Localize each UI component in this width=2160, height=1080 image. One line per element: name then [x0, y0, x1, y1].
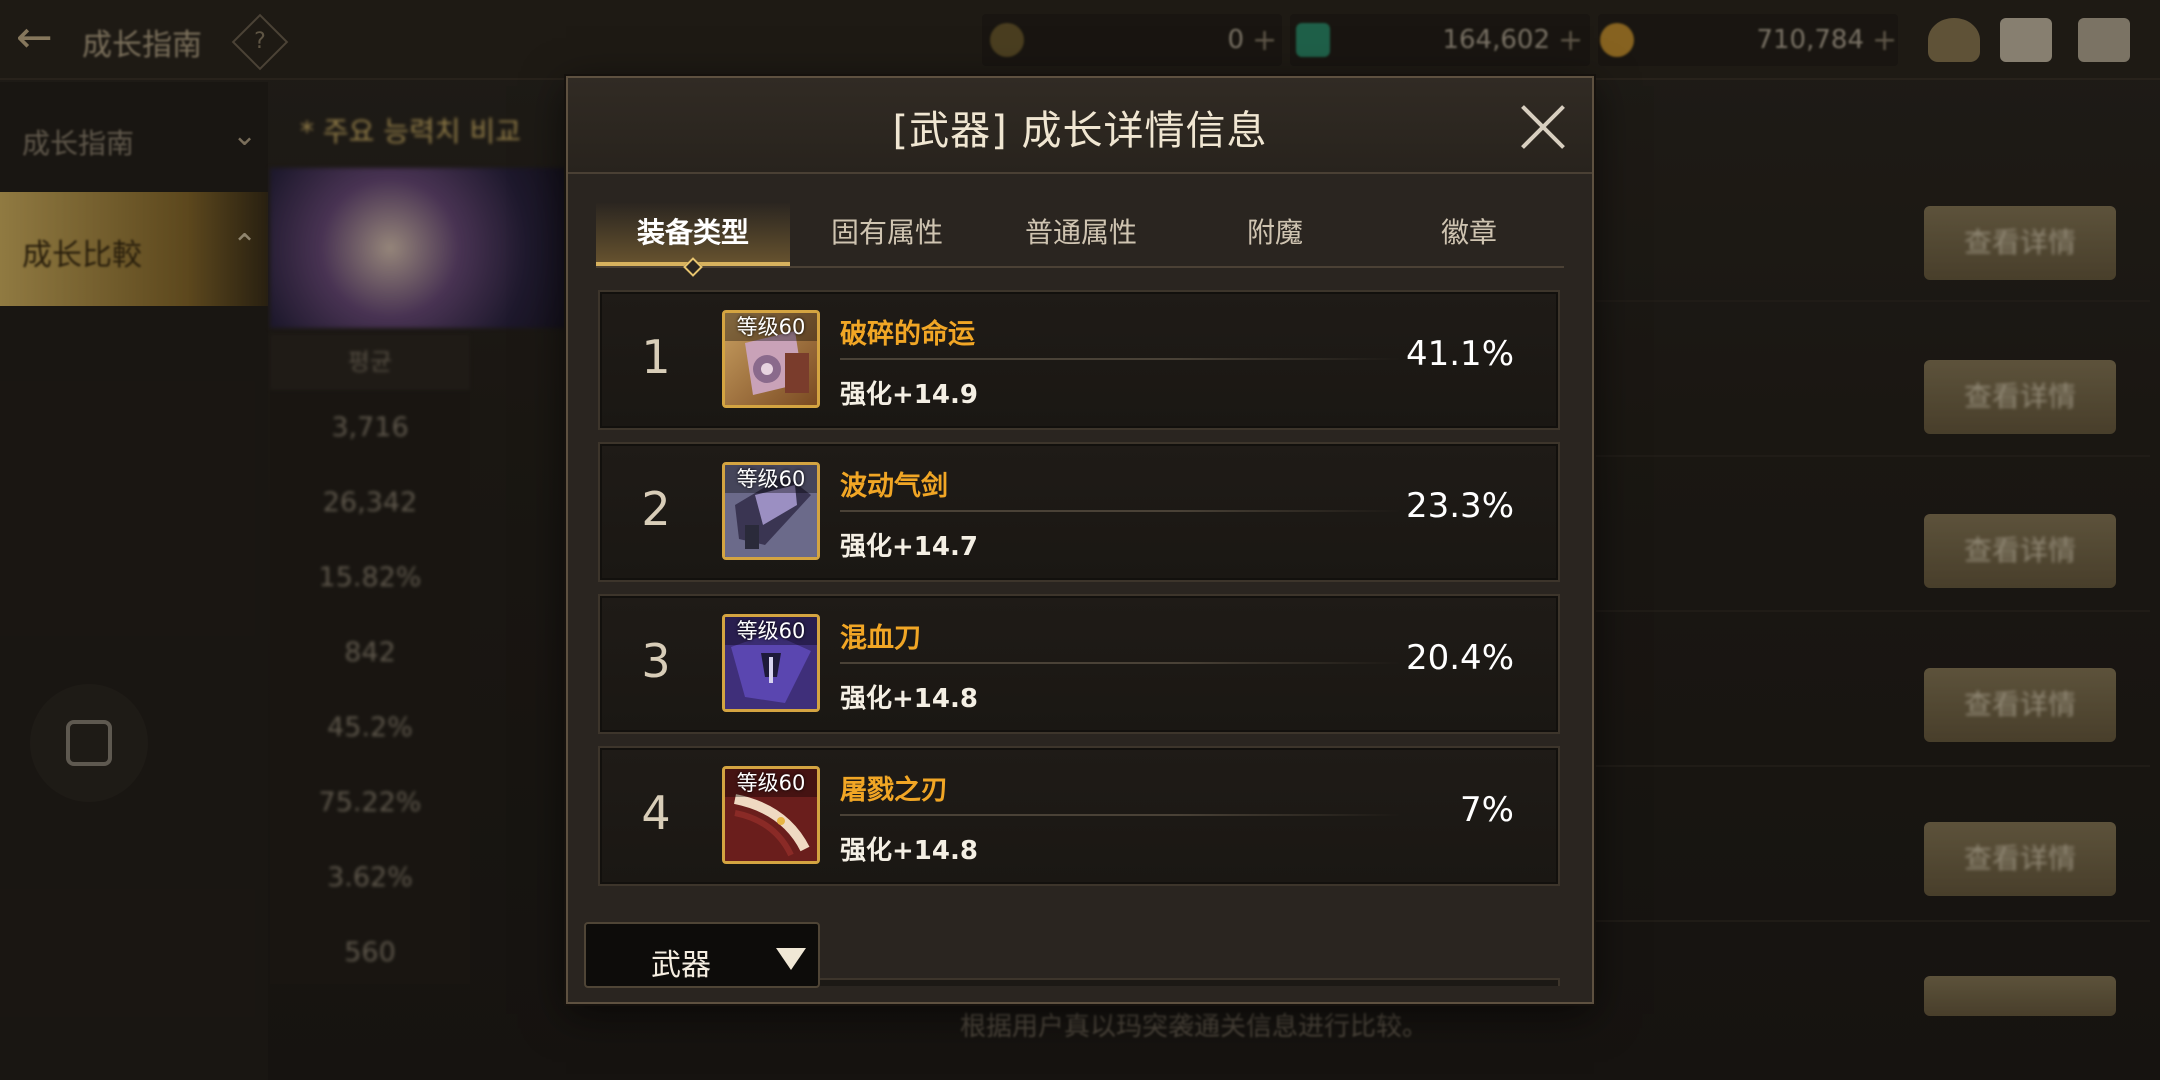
item-level-label: 等级60 [725, 313, 817, 341]
tab-equipment-type[interactable]: 装备类型 [596, 202, 790, 277]
usage-percent: 20.4% [1405, 638, 1514, 678]
list-item[interactable]: 2 等级60 波动气剑 强化+14.7 23.3% [598, 442, 1560, 582]
row-separator [840, 358, 1400, 360]
item-level-label: 等级60 [725, 617, 817, 645]
weapon-icon: 等级60 [722, 766, 820, 864]
row-separator [840, 662, 1400, 664]
active-diamond-icon [683, 257, 703, 277]
usage-percent: 23.3% [1405, 486, 1514, 526]
usage-percent: 41.1% [1405, 334, 1514, 374]
item-name: 混血刀 [840, 623, 921, 654]
list-item[interactable]: 3 等级60 混血刀 强化+14.8 20.4% [598, 594, 1560, 734]
dropdown-selected-value: 武器 [651, 948, 711, 983]
growth-detail-modal: [武器] 成长详情信息 装备类型 固有属性 普通属性 附魔 徽章 1 等级60 … [566, 76, 1594, 1004]
close-icon[interactable] [1520, 104, 1566, 150]
item-name: 屠戮之刃 [840, 775, 948, 806]
weapon-ranking-list[interactable]: 1 等级60 破碎的命运 强化+14.9 41.1% 2 等级60 波动气剑 强… [598, 290, 1564, 986]
weapon-icon: 等级60 [722, 614, 820, 712]
rank-number: 1 [641, 330, 671, 384]
tab-bar: 装备类型 固有属性 普通属性 附魔 徽章 [596, 202, 1566, 277]
tab-emblem[interactable]: 徽章 [1372, 202, 1566, 266]
item-level-label: 等级60 [725, 769, 817, 797]
row-separator [840, 814, 1400, 816]
rank-number: 3 [641, 634, 671, 688]
enhance-level: 强化+14.8 [840, 836, 978, 866]
tab-label: 装备类型 [636, 216, 749, 249]
rank-number: 4 [641, 786, 671, 840]
tab-inherent-attributes[interactable]: 固有属性 [790, 202, 984, 266]
tab-normal-attributes[interactable]: 普通属性 [984, 202, 1178, 266]
list-item[interactable]: 4 等级60 屠戮之刃 强化+14.8 7% [598, 746, 1560, 886]
row-separator [840, 510, 1400, 512]
usage-percent: 7% [1460, 790, 1514, 830]
rank-number: 2 [641, 482, 671, 536]
weapon-icon: 等级60 [722, 310, 820, 408]
list-item[interactable]: 1 等级60 破碎的命运 强化+14.9 41.1% [598, 290, 1560, 430]
equipment-slot-dropdown[interactable]: 武器 [584, 922, 820, 988]
enhance-level: 强化+14.7 [840, 532, 978, 562]
enhance-level: 强化+14.9 [840, 380, 978, 410]
item-level-label: 等级60 [725, 465, 817, 493]
modal-title: [武器] 成长详情信息 [892, 108, 1268, 154]
enhance-level: 强化+14.8 [840, 684, 978, 714]
item-name: 波动气剑 [840, 471, 948, 502]
modal-header: [武器] 成长详情信息 [568, 78, 1592, 174]
tab-enchant[interactable]: 附魔 [1178, 202, 1372, 266]
weapon-icon: 等级60 [722, 462, 820, 560]
item-name: 破碎的命运 [840, 319, 975, 350]
dropdown-arrow-icon [776, 948, 806, 970]
